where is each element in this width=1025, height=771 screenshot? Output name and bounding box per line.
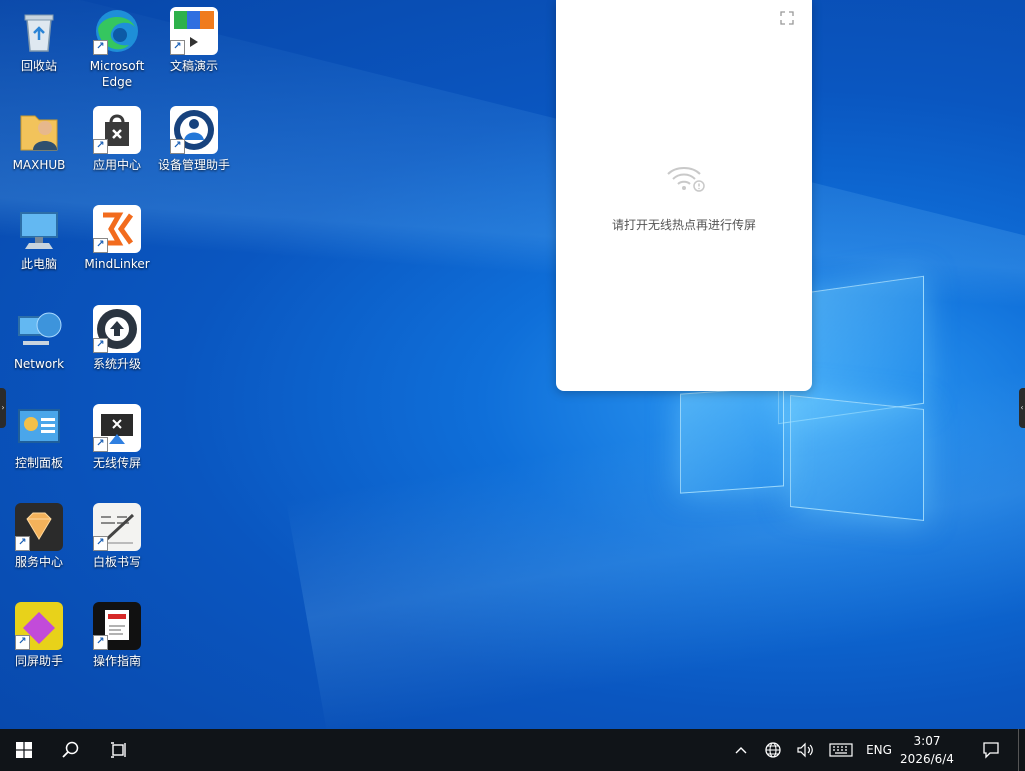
desktop[interactable]: 回收站 ↗ Microsoft Edge ↗ 文稿演示 MAXHUB ↗ 应用中… <box>0 0 1025 729</box>
desktop-icon-edge[interactable]: ↗ Microsoft Edge <box>78 7 156 90</box>
desktop-icon-system-upgrade[interactable]: ↗ 系统升级 <box>78 305 156 372</box>
shortcut-arrow-icon: ↗ <box>93 338 108 353</box>
icon-label: Network <box>13 357 65 371</box>
icon-label: 操作指南 <box>92 654 141 668</box>
icon-label: 此电脑 <box>20 257 57 271</box>
keyboard-icon <box>829 743 853 757</box>
shortcut-arrow-icon: ↗ <box>93 635 108 650</box>
network-tray-button[interactable] <box>760 729 786 771</box>
device-manager-icon: ↗ <box>170 106 218 154</box>
wireless-cast-panel[interactable]: 请打开无线热点再进行传屏 <box>556 0 812 391</box>
right-edge-handle[interactable]: ‹ <box>1019 388 1025 428</box>
recycle-bin-icon <box>15 7 63 55</box>
shortcut-arrow-icon: ↗ <box>93 238 108 253</box>
desktop-icon-app-center[interactable]: ↗ 应用中心 <box>78 106 156 173</box>
speaker-icon <box>797 742 813 758</box>
action-center-button[interactable] <box>974 729 1008 771</box>
icon-label: 同屏助手 <box>14 654 63 668</box>
desktop-icon-wireless-cast[interactable]: ↗ 无线传屏 <box>78 404 156 471</box>
taskbar: ENG 3:07 2026/6/4 <box>0 729 1025 771</box>
icon-label: Microsoft Edge <box>89 59 145 89</box>
icon-label: 无线传屏 <box>92 456 141 470</box>
network-icon <box>15 305 63 353</box>
desktop-icon-guide[interactable]: ↗ 操作指南 <box>78 602 156 669</box>
system-upgrade-icon: ↗ <box>93 305 141 353</box>
task-view-button[interactable] <box>95 729 143 771</box>
notification-icon <box>983 742 999 759</box>
shortcut-arrow-icon: ↗ <box>93 40 108 55</box>
shortcut-arrow-icon: ↗ <box>170 40 185 55</box>
icon-label: 控制面板 <box>14 456 63 470</box>
desktop-icon-maxhub[interactable]: MAXHUB <box>0 106 78 173</box>
shortcut-arrow-icon: ↗ <box>15 635 30 650</box>
this-pc-icon <box>15 205 63 253</box>
desktop-icon-control-panel[interactable]: 控制面板 <box>0 404 78 471</box>
shortcut-arrow-icon: ↗ <box>93 139 108 154</box>
wireless-cast-icon: ↗ <box>93 404 141 452</box>
icon-label: MAXHUB <box>12 158 66 172</box>
show-desktop-button[interactable] <box>1018 729 1025 771</box>
icon-label: 回收站 <box>20 59 57 73</box>
desktop-icon-device-manager[interactable]: ↗ 设备管理助手 <box>155 106 233 173</box>
app-center-icon: ↗ <box>93 106 141 154</box>
search-icon <box>62 741 79 758</box>
chevron-up-icon <box>735 747 747 754</box>
clock-time: 3:07 <box>913 734 941 748</box>
guide-icon: ↗ <box>93 602 141 650</box>
edge-icon: ↗ <box>93 7 141 55</box>
desktop-icon-recycle-bin[interactable]: 回收站 <box>0 7 78 74</box>
windows-start-icon <box>16 742 32 758</box>
clock-date: 2026/6/4 <box>900 752 954 766</box>
slides-app-icon: ↗ <box>170 7 218 55</box>
whiteboard-icon: ↗ <box>93 503 141 551</box>
shortcut-arrow-icon: ↗ <box>15 536 30 551</box>
left-edge-handle[interactable]: › <box>0 388 6 428</box>
icon-label: 系统升级 <box>92 357 141 371</box>
shortcut-arrow-icon: ↗ <box>170 139 185 154</box>
desktop-icon-this-pc[interactable]: 此电脑 <box>0 205 78 272</box>
logo-pane <box>790 394 924 522</box>
desktop-icon-screen-share[interactable]: ↗ 同屏助手 <box>0 602 78 669</box>
icon-label: MindLinker <box>84 257 150 271</box>
icon-label: 服务中心 <box>14 555 63 569</box>
desktop-icon-network[interactable]: Network <box>0 305 78 372</box>
search-button[interactable] <box>47 729 95 771</box>
volume-tray-button[interactable] <box>792 729 818 771</box>
clock[interactable]: 3:07 2026/6/4 <box>887 732 967 768</box>
start-button[interactable] <box>0 729 48 771</box>
desktop-icon-mindlinker[interactable]: ↗ MindLinker <box>78 205 156 272</box>
shortcut-arrow-icon: ↗ <box>93 536 108 551</box>
service-center-icon: ↗ <box>15 503 63 551</box>
icon-label: 白板书写 <box>92 555 141 569</box>
show-hidden-icons-button[interactable] <box>730 729 752 771</box>
shortcut-arrow-icon: ↗ <box>93 437 108 452</box>
task-view-icon <box>111 742 126 758</box>
user-folder-icon <box>15 106 63 154</box>
screen-share-icon: ↗ <box>15 602 63 650</box>
desktop-icon-service-center[interactable]: ↗ 服务中心 <box>0 503 78 570</box>
mindlinker-icon: ↗ <box>93 205 141 253</box>
expand-icon[interactable] <box>780 10 794 25</box>
logo-pane <box>680 386 784 494</box>
desktop-icon-whiteboard[interactable]: ↗ 白板书写 <box>78 503 156 570</box>
touch-keyboard-button[interactable] <box>826 729 856 771</box>
icon-label: 文稿演示 <box>169 59 218 73</box>
icon-label: 设备管理助手 <box>157 158 230 172</box>
wifi-warning-icon <box>666 164 706 194</box>
globe-network-icon <box>765 742 781 758</box>
hotspot-message: 请打开无线热点再进行传屏 <box>611 218 756 232</box>
icon-label: 应用中心 <box>92 158 141 172</box>
control-panel-icon <box>15 404 63 452</box>
desktop-icon-slides[interactable]: ↗ 文稿演示 <box>155 7 233 74</box>
